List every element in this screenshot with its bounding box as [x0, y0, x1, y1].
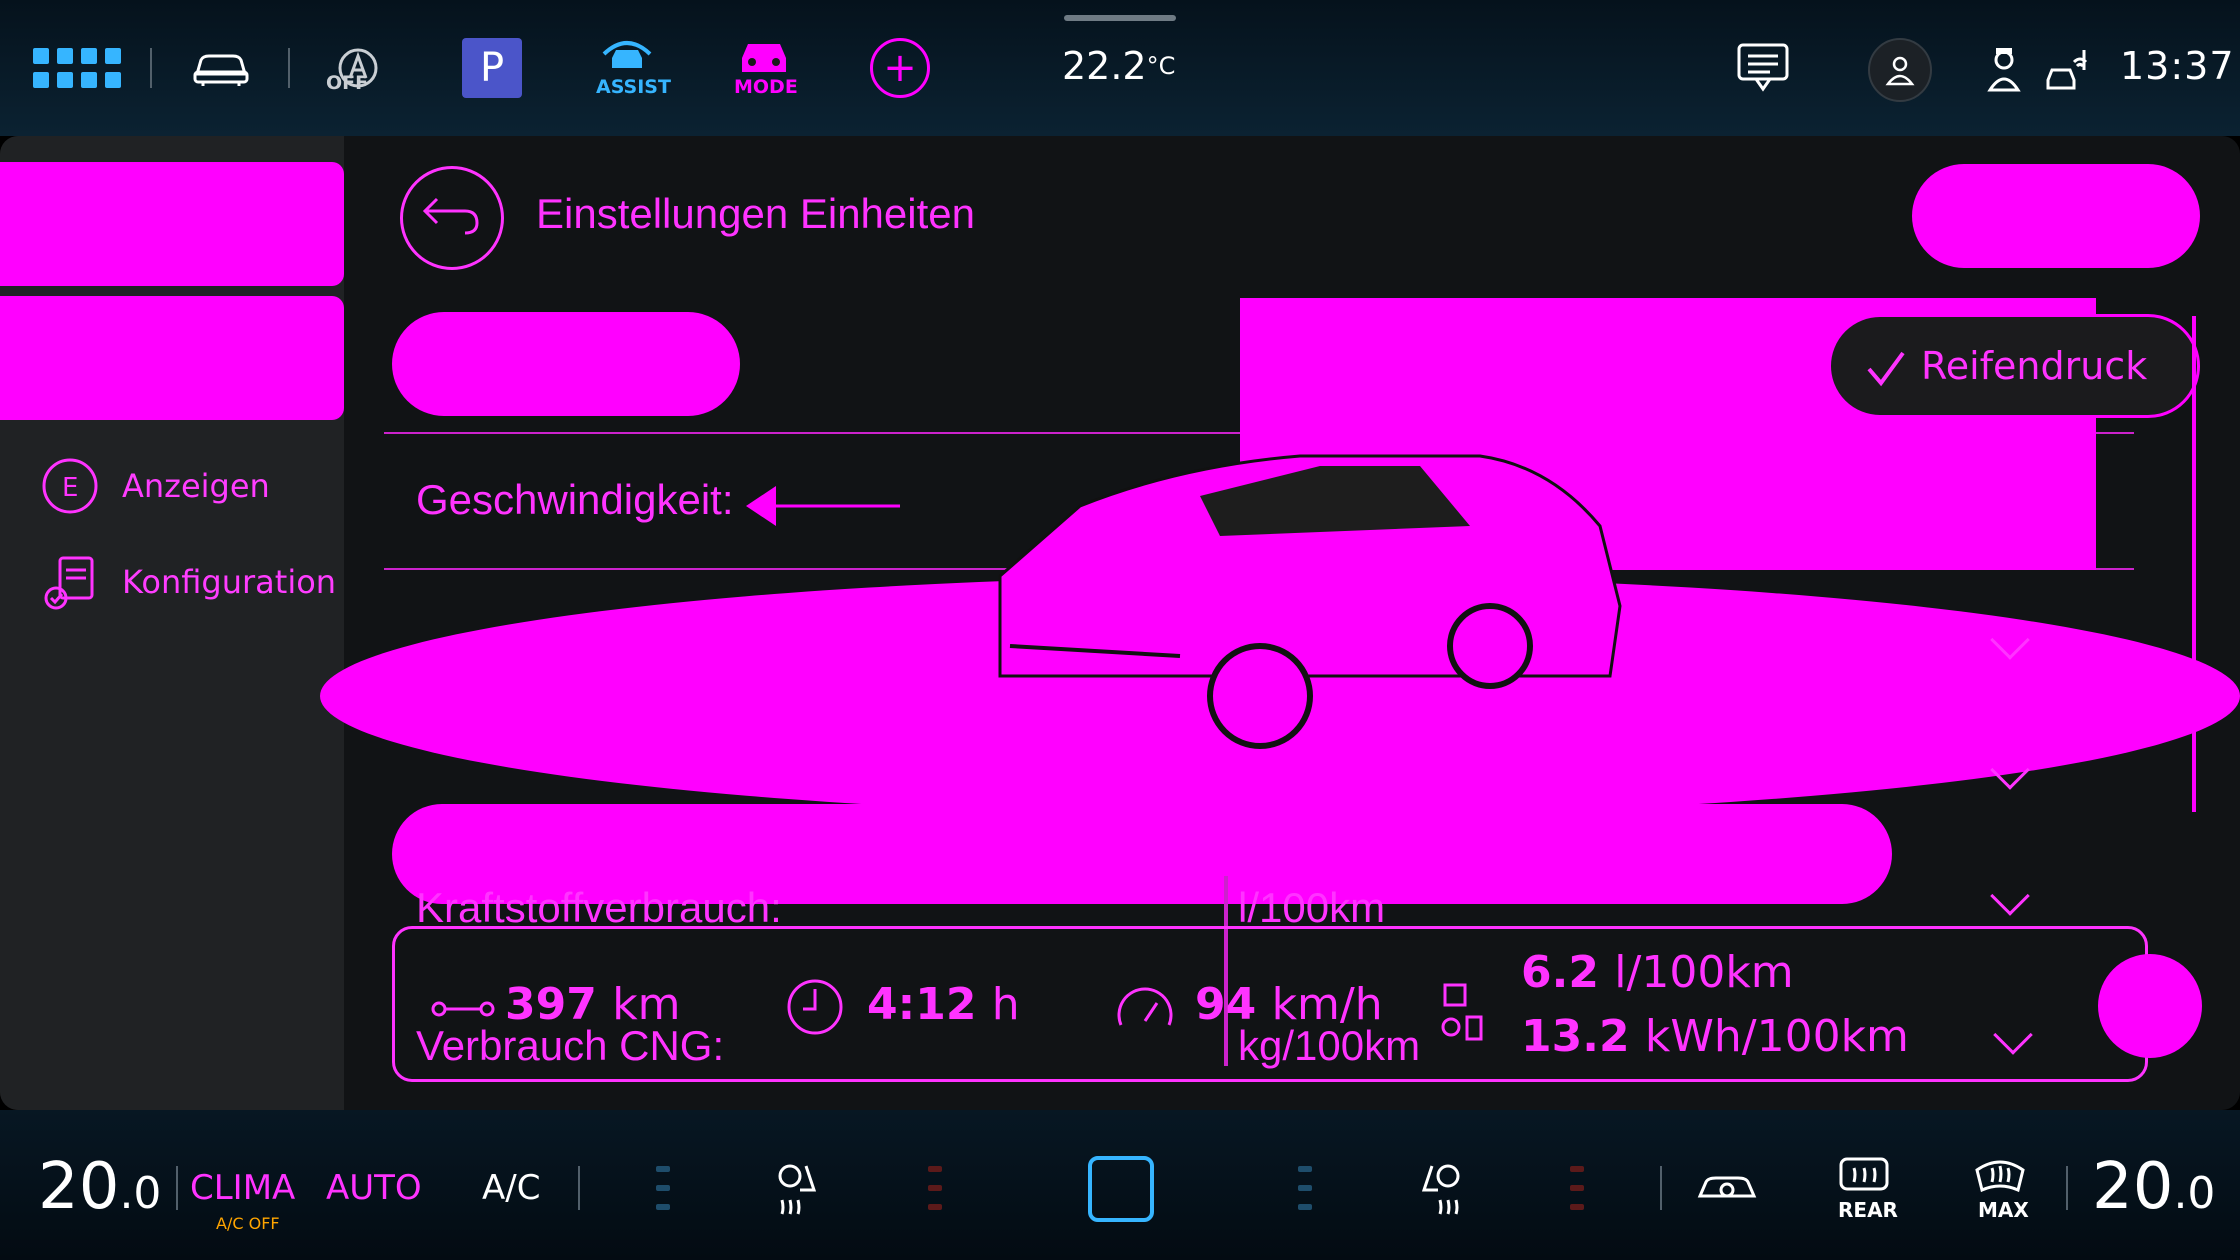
air-recirculation-icon[interactable] — [1696, 1170, 1758, 1206]
divider — [2066, 1166, 2068, 1210]
sidebar-item-anzeigen[interactable]: E Anzeigen — [40, 456, 270, 516]
clima-button[interactable]: CLIMA — [190, 1168, 295, 1208]
car-icon[interactable] — [186, 44, 256, 92]
profile-avatar[interactable] — [1868, 38, 1932, 102]
trip-fuel: 6.2 l/100km — [1521, 947, 1794, 998]
svg-text:E: E — [62, 473, 78, 503]
auto-button[interactable]: AUTO — [326, 1168, 422, 1208]
climate-bar: 20.0 CLIMA A/C OFF AUTO A/C REAR MAX 20.… — [0, 1110, 2240, 1260]
divider — [288, 48, 290, 88]
settings-panel: E Anzeigen Konfiguration Einstellungen E… — [0, 136, 2240, 1110]
left-temp-value: 20 — [38, 1150, 120, 1224]
trip-time-value: 4:12 — [867, 979, 977, 1030]
add-shortcut-button[interactable]: + — [870, 38, 930, 98]
sidebar-item-label: Anzeigen — [122, 467, 270, 505]
ac-button[interactable]: A/C — [482, 1168, 540, 1208]
route-icon — [431, 1001, 495, 1017]
trip-fuel-unit: l/100km — [1614, 947, 1794, 998]
parking-button[interactable]: P — [462, 38, 522, 98]
driver-icon — [1986, 46, 2022, 92]
max-defrost-label: MAX — [1978, 1198, 2029, 1222]
trip-time-unit: h — [991, 979, 1020, 1030]
rear-defrost-label: REAR — [1838, 1198, 1898, 1222]
sidebar-tab-highlight[interactable] — [0, 162, 344, 286]
ac-off-label: A/C OFF — [216, 1214, 280, 1233]
chevron-down-icon[interactable] — [1993, 1015, 2033, 1055]
status-bar: OFF P ASSIST MODE + 22.2 °C 13:37 — [0, 0, 2240, 136]
apps-grid-icon[interactable] — [33, 48, 121, 88]
trip-electric-value: 13.2 — [1521, 1011, 1630, 1062]
max-defrost-icon[interactable] — [1974, 1156, 2026, 1194]
left-temperature[interactable]: 20.0 — [38, 1150, 161, 1224]
row-label-fuel: Kraftstoffverbrauch: — [416, 884, 782, 931]
sidebar-tab-highlight[interactable] — [0, 296, 344, 420]
option-chip-label: Reifendruck — [1921, 344, 2148, 388]
content-area: Einstellungen Einheiten Geschwindigkeit:… — [320, 136, 2240, 1110]
fuel-electric-icon — [1441, 983, 1483, 1041]
vehicle-image — [320, 454, 2240, 816]
left-temp-decimal: .0 — [119, 1168, 162, 1219]
seat-heat-level-right — [1570, 1166, 1584, 1210]
seat-heat-level-left — [928, 1166, 942, 1210]
trip-electric: 13.2 kWh/100km — [1521, 1011, 1909, 1062]
divider — [150, 48, 152, 88]
fan-level-left — [656, 1166, 670, 1210]
fan-level-right — [1298, 1166, 1312, 1210]
sidebar: E Anzeigen Konfiguration — [0, 136, 344, 1110]
fuel-economy-icon: E — [40, 456, 100, 516]
tire-pressure-chip[interactable]: Reifendruck — [1828, 314, 2200, 418]
seat-ventilation-left-icon[interactable] — [774, 1160, 824, 1216]
page-title: Einstellungen Einheiten — [536, 190, 975, 237]
sidebar-item-label: Konfiguration — [122, 563, 337, 601]
scroll-indicator[interactable] — [2192, 316, 2196, 812]
message-icon[interactable] — [1736, 42, 1790, 92]
chevron-down-icon[interactable] — [1990, 876, 2030, 916]
right-temp-decimal: .0 — [2173, 1168, 2216, 1219]
right-temperature[interactable]: 20.0 — [2092, 1150, 2215, 1224]
assist-label: ASSIST — [596, 76, 671, 98]
assist-icon[interactable] — [594, 36, 660, 76]
scroll-thumb[interactable] — [2098, 954, 2202, 1058]
temperature-unit: °C — [1146, 52, 1176, 80]
sidebar-item-konfiguration[interactable]: Konfiguration — [40, 552, 336, 612]
rear-defrost-icon[interactable] — [1838, 1156, 1890, 1194]
outside-temperature: 22.2 °C — [1062, 44, 1175, 88]
row-value-cng: kg/100km — [1238, 1022, 1421, 1069]
right-temp-value: 20 — [2092, 1150, 2174, 1224]
connected-car-icon — [2044, 46, 2090, 92]
seat-ventilation-right-icon[interactable] — [1414, 1160, 1464, 1216]
divider — [578, 1166, 580, 1210]
row-value-fuel: l/100km — [1238, 884, 1386, 931]
back-arrow-icon — [422, 197, 479, 235]
checkmark-icon — [1867, 351, 1905, 387]
temperature-value: 22.2 — [1062, 44, 1147, 88]
back-button[interactable] — [400, 166, 504, 270]
trip-time: 4:12 h — [867, 979, 1020, 1030]
clipboard-check-icon — [40, 552, 100, 612]
speedometer-icon — [1117, 987, 1173, 1026]
trip-fuel-value: 6.2 — [1521, 947, 1599, 998]
divider — [176, 1166, 178, 1210]
divider — [1660, 1166, 1662, 1210]
trip-electric-unit: kWh/100km — [1644, 1011, 1909, 1062]
clock-icon — [787, 979, 843, 1035]
clock: 13:37 — [2120, 44, 2235, 88]
mode-label: MODE — [734, 76, 798, 98]
drive-mode-icon[interactable] — [732, 36, 796, 76]
climate-sync-button[interactable] — [1088, 1156, 1154, 1222]
header-action-button[interactable] — [1912, 164, 2200, 268]
drag-handle[interactable] — [1064, 15, 1176, 21]
row-label-cng: Verbrauch CNG: — [416, 1022, 725, 1069]
acc-status-label: OFF — [326, 72, 369, 94]
